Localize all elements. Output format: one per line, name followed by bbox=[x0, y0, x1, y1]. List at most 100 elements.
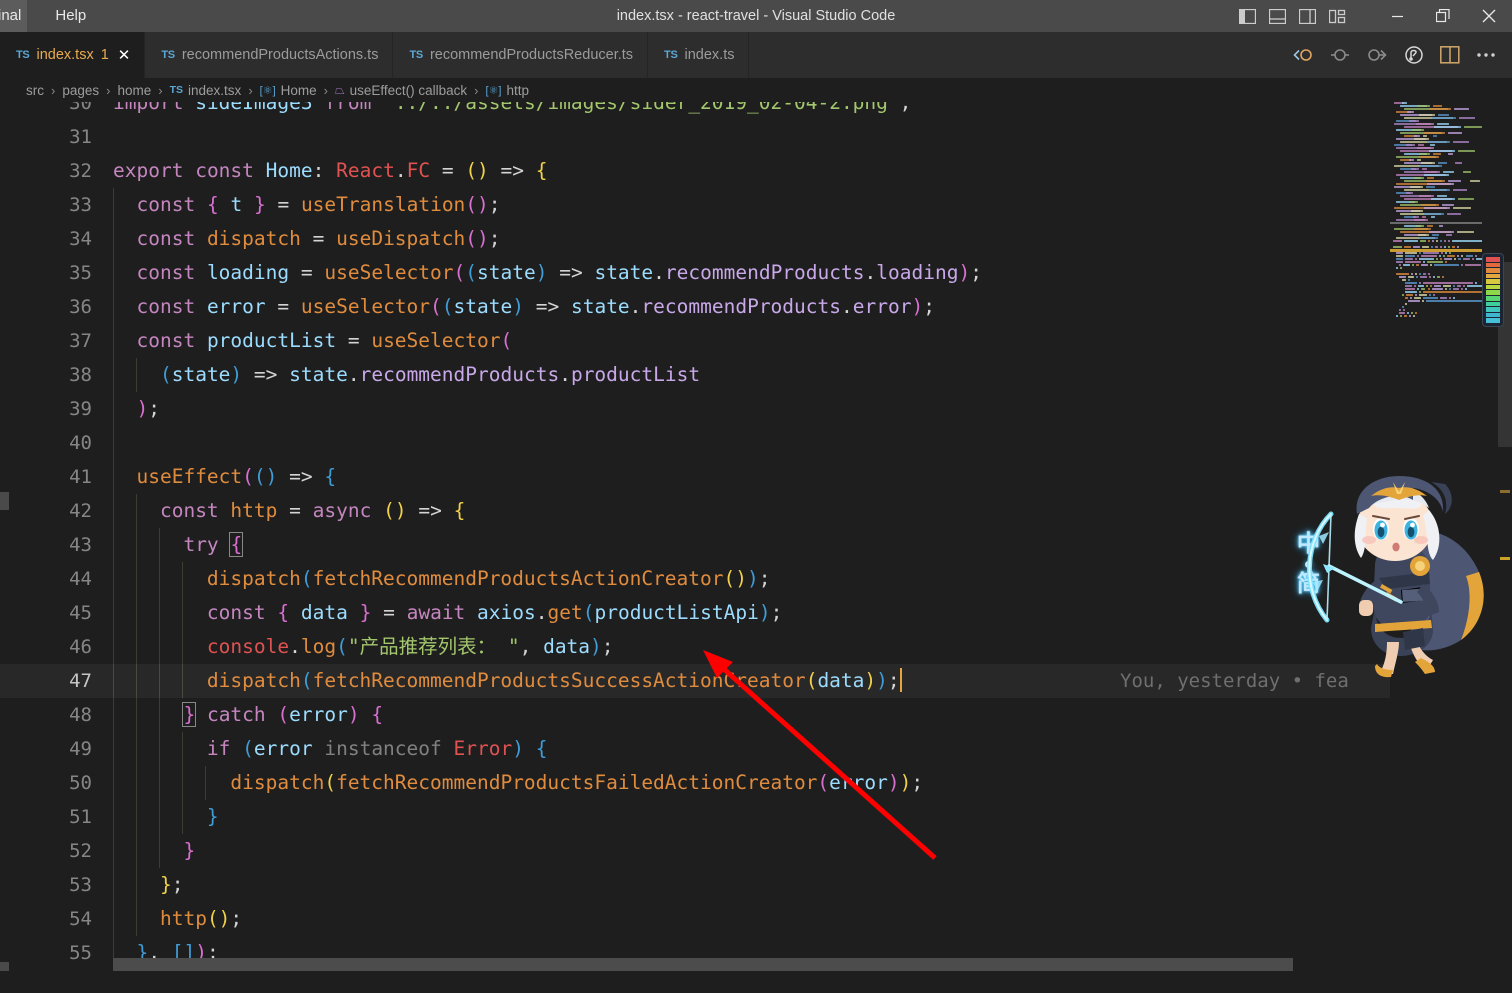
line-content: export const Home: React.FC = () => { bbox=[113, 159, 548, 182]
run-and-debug-icon[interactable] bbox=[1404, 45, 1424, 65]
code-line[interactable]: 42 const http = async () => { bbox=[0, 494, 1390, 528]
function-symbol-icon: ⏢ bbox=[335, 82, 345, 97]
customize-layout-icon[interactable] bbox=[1329, 9, 1346, 24]
tab-recommendProductsReducer-ts[interactable]: TS recommendProductsReducer.ts bbox=[393, 32, 649, 78]
code-line[interactable]: 44 dispatch(fetchRecommendProductsAction… bbox=[0, 562, 1390, 596]
line-number: 49 bbox=[69, 738, 92, 760]
line-number: 45 bbox=[69, 602, 92, 624]
toggle-secondary-sidebar-icon[interactable] bbox=[1299, 8, 1316, 24]
tab-index-ts[interactable]: TS index.ts bbox=[648, 32, 750, 78]
line-number: 52 bbox=[69, 840, 92, 862]
gradient-swatch bbox=[1486, 262, 1500, 268]
gradient-swatch bbox=[1486, 301, 1500, 307]
code-line[interactable]: 46 console.log("产品推荐列表： ", data); bbox=[0, 630, 1390, 664]
code-line[interactable]: 49 if (error instanceof Error) { bbox=[0, 732, 1390, 766]
editor-vertical-scrollbar[interactable] bbox=[1498, 102, 1512, 971]
window-maximize-button[interactable] bbox=[1420, 0, 1466, 32]
line-number: 53 bbox=[69, 874, 92, 896]
menu-terminal[interactable]: inal bbox=[0, 0, 28, 32]
breadcrumb-item-index-tsx[interactable]: TS index.tsx bbox=[170, 83, 242, 98]
code-line[interactable]: 34 const dispatch = useDispatch(); bbox=[0, 222, 1390, 256]
breadcrumb-separator: › bbox=[51, 82, 56, 98]
line-content: http(); bbox=[159, 907, 243, 930]
breadcrumb-label: index.tsx bbox=[188, 82, 242, 98]
line-number: 55 bbox=[69, 942, 92, 964]
code-line-current[interactable]: 47 dispatch(fetchRecommendProductsSucces… bbox=[0, 664, 1390, 698]
code-line[interactable]: 43 try { bbox=[0, 528, 1390, 562]
editor-tab-bar: TS index.tsx 1 ✕ TS recommendProductsAct… bbox=[0, 32, 1512, 78]
line-content: console.log("产品推荐列表： ", data); bbox=[206, 635, 614, 658]
line-content: if (error instanceof Error) { bbox=[206, 737, 548, 760]
code-line[interactable]: 50 dispatch(fetchRecommendProductsFailed… bbox=[0, 766, 1390, 800]
editor-horizontal-scrollbar[interactable] bbox=[113, 958, 1293, 971]
code-line[interactable]: 51 } bbox=[0, 800, 1390, 834]
code-line[interactable]: 33 const { t } = useTranslation(); bbox=[0, 188, 1390, 222]
code-line[interactable]: 31 bbox=[0, 120, 1390, 154]
code-line[interactable]: 53 }; bbox=[0, 868, 1390, 902]
code-line[interactable]: 40 bbox=[0, 426, 1390, 460]
toggle-panel-icon[interactable] bbox=[1269, 8, 1286, 24]
line-content: const { t } = useTranslation(); bbox=[136, 193, 501, 216]
gradient-swatch bbox=[1486, 279, 1500, 284]
code-line[interactable]: 35 const loading = useSelector((state) =… bbox=[0, 256, 1390, 290]
breadcrumb-item-home[interactable]: home bbox=[117, 83, 151, 98]
tab-close-icon[interactable]: ✕ bbox=[118, 48, 131, 63]
toggle-primary-sidebar-icon[interactable] bbox=[1239, 8, 1256, 24]
breadcrumb-label: src bbox=[26, 82, 44, 98]
go-to-previous-change-icon[interactable] bbox=[1292, 46, 1314, 64]
go-to-next-change-icon[interactable] bbox=[1366, 46, 1388, 64]
code-line[interactable]: 41 useEffect(() => { bbox=[0, 460, 1390, 494]
minimap[interactable] bbox=[1390, 102, 1482, 971]
code-lines-container[interactable]: 30 import sideImage3 from "../../assets/… bbox=[0, 102, 1390, 971]
code-line[interactable]: 36 const error = useSelector((state) => … bbox=[0, 290, 1390, 324]
code-line[interactable]: 32 export const Home: React.FC = () => { bbox=[0, 154, 1390, 188]
breadcrumb-item-http[interactable]: [⚛] http bbox=[486, 83, 530, 98]
code-line[interactable]: 54 http(); bbox=[0, 902, 1390, 936]
class-symbol-icon: [⚛] bbox=[485, 84, 502, 97]
line-number: 46 bbox=[69, 636, 92, 658]
tab-index-tsx[interactable]: TS index.tsx 1 ✕ bbox=[0, 32, 146, 78]
line-content: (state) => state.recommendProducts.produ… bbox=[159, 363, 701, 386]
breadcrumb-label: http bbox=[506, 82, 530, 98]
line-content: }; bbox=[159, 873, 184, 896]
line-number: 34 bbox=[69, 228, 92, 250]
breadcrumb-item-src[interactable]: src bbox=[26, 83, 44, 98]
line-content: } bbox=[183, 839, 196, 862]
line-number: 56 bbox=[0, 970, 92, 971]
title-bar: inal Help index.tsx - react-travel - Vis… bbox=[0, 0, 1512, 32]
line-content: } catch (error) { bbox=[182, 702, 384, 727]
code-editor[interactable]: 30 import sideImage3 from "../../assets/… bbox=[0, 102, 1512, 971]
code-line[interactable]: 45 const { data } = await axios.get(prod… bbox=[0, 596, 1390, 630]
window-close-button[interactable] bbox=[1466, 0, 1512, 32]
breadcrumb-separator: › bbox=[158, 82, 163, 98]
breadcrumb-item-useEffect-callback[interactable]: ⏢ useEffect() callback bbox=[335, 83, 467, 98]
code-line[interactable]: 38 (state) => state.recommendProducts.pr… bbox=[0, 358, 1390, 392]
split-editor-right-icon[interactable] bbox=[1440, 46, 1460, 64]
more-actions-icon[interactable] bbox=[1476, 51, 1496, 59]
line-number: 37 bbox=[69, 330, 92, 352]
bracket-match-highlight: { bbox=[229, 532, 244, 557]
code-line[interactable]: 37 const productList = useSelector( bbox=[0, 324, 1390, 358]
code-body[interactable]: 31 32 export const Home: React.FC = () =… bbox=[0, 120, 1390, 971]
git-blame-annotation[interactable]: You, yesterday • fea bbox=[1120, 664, 1349, 698]
code-line[interactable]: 48 } catch (error) { bbox=[0, 698, 1390, 732]
line-content: const productList = useSelector( bbox=[136, 329, 513, 352]
unstage-change-icon[interactable] bbox=[1330, 46, 1350, 64]
overview-ruler-warning-mark bbox=[1500, 557, 1510, 560]
line-number: 44 bbox=[69, 568, 92, 590]
tab-recommendProductsActions-ts[interactable]: TS recommendProductsActions.ts bbox=[145, 32, 394, 78]
line-number: 51 bbox=[69, 806, 92, 828]
line-content: dispatch(fetchRecommendProductsFailedAct… bbox=[230, 771, 924, 794]
code-line[interactable]: 52 } bbox=[0, 834, 1390, 868]
breadcrumb-item-Home[interactable]: [⚛] Home bbox=[260, 83, 317, 98]
line-content: try { bbox=[183, 532, 244, 557]
line-content: useEffect(() => { bbox=[136, 465, 337, 488]
breadcrumb-item-pages[interactable]: pages bbox=[62, 83, 99, 98]
code-line[interactable]: 30 import sideImage3 from "../../assets/… bbox=[0, 102, 1390, 120]
menu-help[interactable]: Help bbox=[49, 0, 92, 32]
gradient-swatch bbox=[1486, 268, 1500, 273]
line-number: 40 bbox=[69, 432, 92, 454]
menu-bar: inal Help bbox=[0, 0, 92, 32]
code-line[interactable]: 39 ); bbox=[0, 392, 1390, 426]
window-minimize-button[interactable] bbox=[1374, 0, 1420, 32]
